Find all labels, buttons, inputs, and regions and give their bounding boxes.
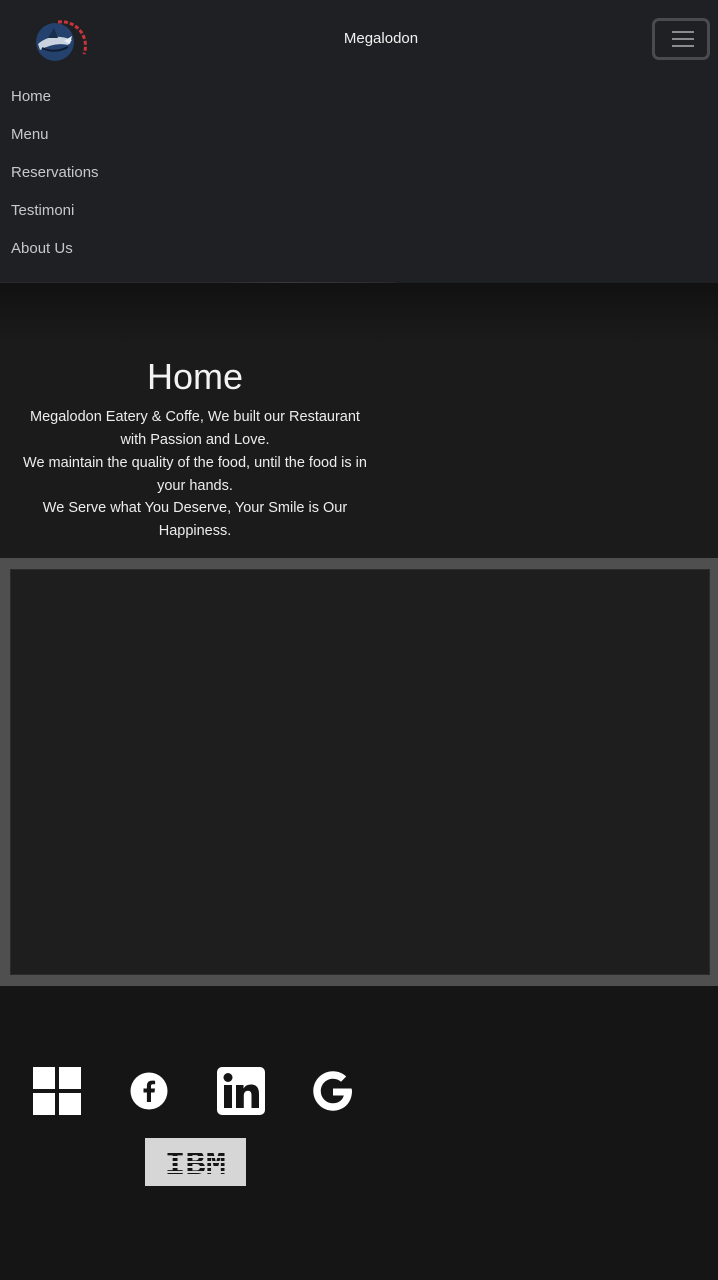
hero-text-line: Megalodon Eatery & Coffe, We built our R…	[30, 409, 360, 425]
hero-shadow	[0, 283, 718, 343]
google-icon[interactable]	[312, 1069, 354, 1113]
nav-link-home[interactable]: Home	[11, 88, 51, 105]
footer	[0, 986, 718, 1280]
nav-link-menu[interactable]: Menu	[11, 126, 49, 143]
hero-text-line: We maintain the quality of the food, unt…	[23, 455, 367, 471]
brand-name[interactable]: Megalodon	[0, 30, 718, 47]
nav-link-reservations[interactable]: Reservations	[11, 164, 99, 181]
embedded-map[interactable]	[10, 569, 710, 975]
hero-text-line: with Passion and Love.	[120, 432, 270, 448]
hero-text-line: Happiness.	[158, 523, 232, 539]
facebook-icon[interactable]	[129, 1071, 169, 1111]
ibm-icon[interactable]: IBM	[145, 1138, 246, 1186]
linkedin-icon[interactable]	[217, 1067, 265, 1115]
windows-icon[interactable]	[33, 1067, 81, 1115]
hero-text-line: We Serve what You Deserve, Your Smile is…	[42, 500, 348, 516]
hero-text-line: your hands.	[157, 478, 233, 494]
navbar: Megalodon Home Menu Reservations Testimo…	[0, 0, 718, 283]
menu-toggle-button[interactable]	[652, 18, 710, 60]
hero-title: Home	[146, 356, 244, 397]
nav-link-about-us[interactable]: About Us	[11, 240, 73, 257]
nav-link-testimoni[interactable]: Testimoni	[11, 202, 74, 219]
